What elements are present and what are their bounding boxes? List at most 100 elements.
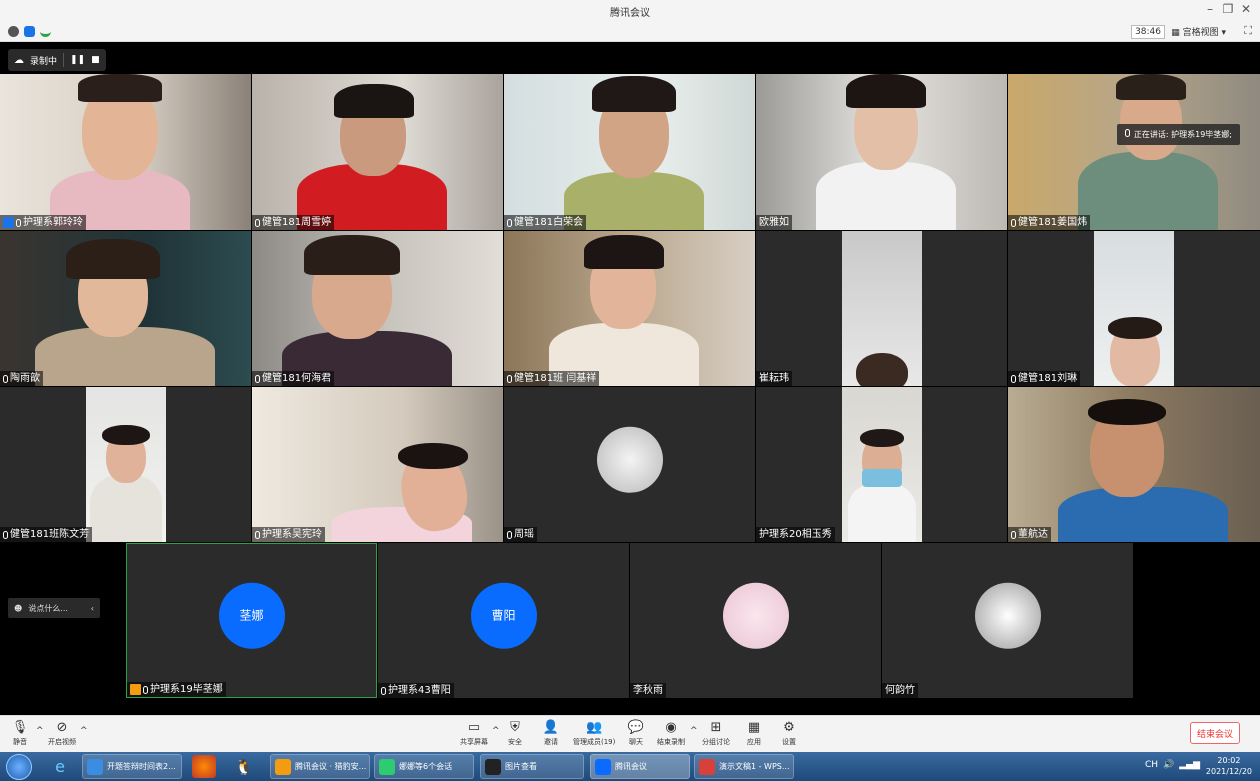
chat-button[interactable]: 💬 聊天	[628, 719, 644, 747]
clock[interactable]: 20:02 2021/12/20	[1206, 755, 1252, 777]
participant-tile[interactable]: 李秋雨	[630, 543, 881, 698]
start-button[interactable]	[6, 754, 32, 780]
avatar	[974, 582, 1041, 649]
taskbar-item-label: 图片查看	[505, 762, 537, 771]
taskbar-item[interactable]: 娜娜等6个会话	[374, 754, 474, 779]
audio-options-chevron[interactable]: ^	[36, 726, 44, 736]
taskbar-item[interactable]: 图片查看	[480, 754, 584, 779]
title-bar: 腾讯会议 – ❐ ✕	[0, 0, 1260, 22]
chat-label: 聊天	[629, 738, 643, 746]
participant-tile[interactable]: 曹阳 护理系43曹阳	[378, 543, 629, 698]
manage-members-button[interactable]: 👥 管理成员(19)	[573, 719, 615, 747]
meeting-info-bar: 38:46 ▦ 宫格视图 ▾ ⛶	[0, 22, 1260, 42]
breakout-label: 分组讨论	[702, 738, 730, 746]
name-label: 护理系43曹阳	[388, 685, 451, 696]
end-meeting-button[interactable]: 结束会议	[1190, 722, 1240, 744]
name-label: 陶雨歆	[10, 373, 40, 384]
participant-tile[interactable]: 健管181何海君	[252, 231, 503, 386]
mute-button[interactable]: 🎙 静音	[11, 719, 29, 747]
participant-tile[interactable]: 护理系吴宪玲	[252, 387, 503, 542]
avatar	[596, 426, 663, 493]
share-label: 共享屏幕	[460, 738, 488, 746]
mic-icon	[3, 530, 8, 539]
name-label: 健管181何海君	[262, 373, 332, 384]
participant-tile[interactable]: 何韵竹	[882, 543, 1133, 698]
record-options-chevron[interactable]: ^	[690, 726, 698, 736]
invite-label: 邀请	[544, 738, 558, 746]
participant-tile[interactable]: 护理系20相玉秀	[756, 387, 1007, 542]
info-icon[interactable]	[8, 26, 19, 37]
restore-button[interactable]: ❐	[1220, 2, 1236, 16]
participant-tile[interactable]: 护理系郭玲玲	[0, 74, 251, 230]
share-screen-button[interactable]: ▭ 共享屏幕	[460, 719, 488, 747]
name-label: 护理系吴宪玲	[262, 529, 322, 540]
participant-tile[interactable]: 陶雨歆	[0, 231, 251, 386]
taskbar-item-active[interactable]: 腾讯会议	[590, 754, 690, 779]
video-options-chevron[interactable]: ^	[80, 726, 88, 736]
participant-tile[interactable]: 崔耘玮	[756, 231, 1007, 386]
invite-button[interactable]: 👤 邀请	[543, 719, 559, 747]
name-label: 健管181班陈文芳	[10, 529, 90, 540]
share-options-chevron[interactable]: ^	[492, 726, 500, 736]
view-selector[interactable]: ▦ 宫格视图 ▾	[1171, 25, 1226, 38]
members-icon: 👥	[586, 719, 603, 735]
close-button[interactable]: ✕	[1238, 2, 1254, 16]
fullscreen-icon[interactable]: ⛶	[1244, 24, 1252, 38]
stop-icon[interactable]: ■	[91, 55, 100, 65]
video-off-icon: ⊘	[56, 719, 68, 735]
chat-input[interactable]: ☻ 说点什么... ‹	[8, 598, 100, 618]
clock-date: 2021/12/20	[1205, 767, 1252, 776]
participant-tile-active[interactable]: 茎娜 护理系19毕茎娜	[126, 543, 377, 698]
participant-tile[interactable]: 周瑶	[504, 387, 755, 542]
security-button[interactable]: ⛨ 安全	[507, 719, 523, 747]
qq-icon[interactable]: 🐧	[232, 755, 256, 778]
taskbar-item[interactable]: 演示文稿1 - WPS...	[694, 754, 794, 779]
members-label: 管理成员(19)	[573, 738, 616, 746]
participant-tile[interactable]: 董航达	[1008, 387, 1260, 542]
mic-icon	[507, 218, 512, 227]
chevron-left-icon[interactable]: ‹	[91, 604, 94, 613]
signal-icon[interactable]	[40, 26, 51, 37]
pause-icon[interactable]: ❚❚	[70, 55, 85, 65]
participant-name: 护理系19毕茎娜	[127, 682, 226, 697]
firefox-icon[interactable]	[192, 755, 216, 778]
participant-tile[interactable]: 健管181班陈文芳	[0, 387, 251, 542]
video-feed	[1008, 387, 1260, 542]
clock-time: 20:02	[1217, 756, 1241, 765]
participant-tile[interactable]: 正在讲话: 护理系19毕茎娜; 健管181姜国炜	[1008, 74, 1260, 230]
input-method-indicator[interactable]: CH	[1145, 760, 1158, 770]
taskbar-item[interactable]: 开题答辩时间表2...	[82, 754, 182, 779]
stop-recording-button[interactable]: ◉ 结束录制	[657, 719, 685, 747]
video-feed	[842, 387, 922, 542]
meeting-toolbar: 🎙 静音 ^ ⊘ 开启视频 ^ ▭ 共享屏幕 ^ ⛨ 安全 👤 邀请 👥 管理成员(19) …	[0, 715, 1260, 752]
divider	[63, 53, 65, 67]
taskbar-item-label: 娜娜等6个会话	[399, 762, 453, 771]
app-icon	[379, 758, 395, 775]
participant-name: 周瑶	[504, 527, 537, 542]
mute-label: 静音	[13, 738, 27, 746]
participant-tile[interactable]: 健管181周雪婷	[252, 74, 503, 230]
participant-name: 健管181周雪婷	[252, 215, 335, 230]
video-feed	[0, 74, 251, 230]
app-icon	[275, 758, 291, 775]
participant-tile[interactable]: 健管181刘琳	[1008, 231, 1260, 386]
mic-icon: 🎙	[11, 719, 29, 735]
shield-icon[interactable]	[24, 26, 35, 37]
network-icon[interactable]: ▂▄▆	[1179, 760, 1200, 770]
settings-button[interactable]: ⚙ 设置	[781, 719, 797, 747]
speaking-indicator: 正在讲话: 护理系19毕茎娜;	[1116, 124, 1240, 145]
video-button[interactable]: ⊘ 开启视频	[48, 719, 76, 747]
participant-tile[interactable]: 健管181白荣会	[504, 74, 755, 230]
taskbar-item[interactable]: 腾讯会议 · 猎豹安...	[270, 754, 370, 779]
breakout-rooms-button[interactable]: ⊞ 分组讨论	[702, 719, 730, 747]
minimize-button[interactable]: –	[1202, 2, 1218, 16]
participant-tile[interactable]: 健管181班 闫基祥	[504, 231, 755, 386]
emoji-icon[interactable]: ☻	[14, 604, 22, 613]
apps-button[interactable]: ▦ 应用	[746, 719, 762, 747]
video-grid: 护理系郭玲玲 健管181周雪婷 健管181白荣会 欧雅如 正在讲话: 护理系19…	[0, 43, 1260, 715]
name-label: 董航达	[1018, 529, 1048, 540]
participant-tile[interactable]: 欧雅如	[756, 74, 1007, 230]
ie-icon[interactable]: e	[48, 755, 72, 778]
participant-name: 崔耘玮	[756, 371, 792, 386]
volume-icon[interactable]: 🔊	[1163, 760, 1174, 770]
